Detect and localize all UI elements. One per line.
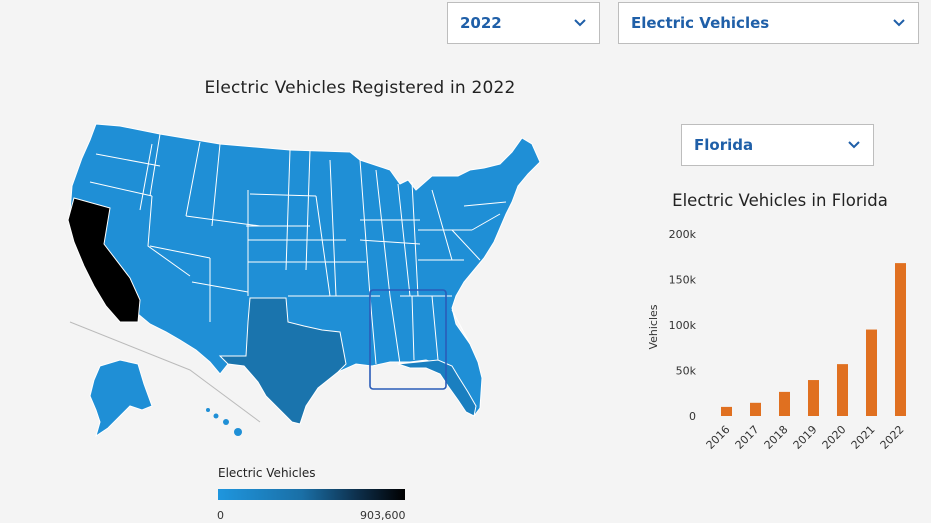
- legend-max-label: 903,600: [360, 509, 406, 522]
- x-tick-label: 2021: [849, 423, 878, 452]
- year-dropdown[interactable]: 2022: [447, 2, 600, 44]
- map-state-hawaii[interactable]: [206, 408, 242, 436]
- legend-color-scale: [218, 489, 405, 500]
- metric-dropdown-value: Electric Vehicles: [631, 14, 770, 32]
- y-axis-label: Vehicles: [647, 304, 660, 349]
- x-tick-label: 2016: [704, 423, 733, 452]
- state-dropdown[interactable]: Florida: [681, 124, 874, 166]
- x-tick-label: 2018: [762, 423, 791, 452]
- y-tick-label: 100k: [669, 319, 697, 332]
- chevron-down-icon: [847, 138, 861, 152]
- x-tick-label: 2017: [733, 423, 762, 452]
- y-tick-label: 0: [689, 410, 696, 423]
- bar-2019[interactable]: [808, 380, 819, 416]
- bar-chart: Vehicles 050k100k150k200k 2016 2017 2018 20…: [647, 228, 907, 452]
- bar-2018[interactable]: [779, 391, 790, 416]
- bar-2021[interactable]: [866, 329, 877, 416]
- chevron-down-icon: [892, 16, 906, 30]
- legend-title: Electric Vehicles: [218, 466, 316, 480]
- year-dropdown-value: 2022: [460, 14, 502, 32]
- x-tick-label: 2022: [878, 423, 907, 452]
- map-title: Electric Vehicles Registered in 2022: [204, 78, 516, 98]
- chart-title: Electric Vehicles in Florida: [672, 191, 888, 210]
- y-tick-label: 50k: [676, 365, 697, 378]
- bar-2016[interactable]: [721, 406, 732, 416]
- bar-2022[interactable]: [895, 263, 906, 416]
- y-tick-label: 200k: [669, 228, 697, 241]
- bar-2020[interactable]: [837, 364, 848, 416]
- state-dropdown-value: Florida: [694, 136, 754, 154]
- us-choropleth-map: [67, 123, 541, 438]
- map-state-alaska[interactable]: [89, 359, 153, 438]
- y-tick-label: 150k: [669, 274, 697, 287]
- x-tick-label: 2020: [820, 423, 849, 452]
- bar-2017[interactable]: [750, 402, 761, 416]
- legend-min-label: 0: [217, 509, 224, 522]
- x-tick-label: 2019: [791, 423, 820, 452]
- chevron-down-icon: [573, 16, 587, 30]
- metric-dropdown[interactable]: Electric Vehicles: [618, 2, 919, 44]
